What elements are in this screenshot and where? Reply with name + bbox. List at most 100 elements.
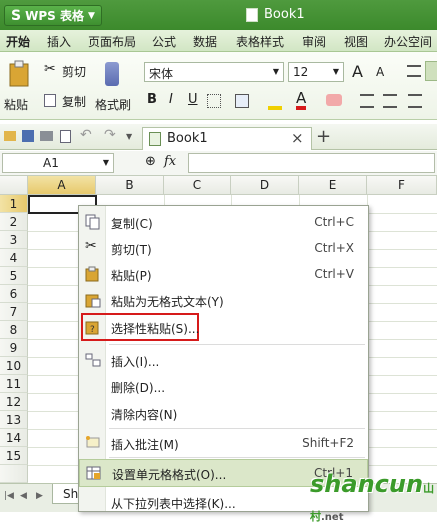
underline-button[interactable]: U <box>188 92 198 107</box>
bold-button[interactable]: B <box>147 92 157 107</box>
font-name-select[interactable]: 宋体 ▼ <box>144 62 284 82</box>
close-icon[interactable]: × <box>291 129 304 147</box>
row-header-10[interactable]: 10 <box>0 357 28 375</box>
comment-icon <box>85 435 101 451</box>
font-size-select[interactable]: 12 ▼ <box>288 62 344 82</box>
watermark-text: shancun <box>310 470 424 498</box>
indent-increase-icon[interactable] <box>383 94 397 108</box>
column-header-f[interactable]: F <box>367 176 437 195</box>
copy-button[interactable]: 复制 <box>44 92 90 110</box>
clear-format-icon[interactable] <box>326 94 342 106</box>
format-painter-button[interactable]: 格式刷 <box>95 58 131 116</box>
document-tab[interactable]: Book1 × <box>142 127 312 150</box>
menu-item-cut[interactable]: ✂ 剪切(T) Ctrl+X <box>79 235 368 261</box>
menu-item-insert-comment[interactable]: 插入批注(M) Shift+F2 <box>79 430 368 456</box>
menu-item-paste-special[interactable]: ? 选择性粘贴(S)... <box>79 313 368 341</box>
row-header-2[interactable]: 2 <box>0 213 28 231</box>
row-header-7[interactable]: 7 <box>0 303 28 321</box>
scissors-icon: ✂ <box>44 61 56 77</box>
menu-item-shortcut: Ctrl+V <box>314 267 354 281</box>
prev-sheet-icon[interactable]: ◀ <box>20 491 27 501</box>
column-header-e[interactable]: E <box>299 176 367 195</box>
app-name: WPS 表格 <box>25 9 84 23</box>
next-sheet-icon[interactable]: ▶ <box>36 491 43 501</box>
qat-dropdown-icon[interactable]: ▼ <box>126 132 132 141</box>
zoom-formula-icon[interactable]: ⊕ <box>145 154 156 169</box>
paste-special-icon: ? <box>85 319 101 335</box>
menu-item-clear-contents[interactable]: 清除内容(N) <box>79 400 368 426</box>
first-sheet-icon[interactable]: |◀ <box>4 491 14 501</box>
cut-button[interactable]: ✂ 剪切 <box>44 61 90 80</box>
tab-home[interactable]: 开始 <box>6 33 30 50</box>
menu-item-delete[interactable]: 删除(D)... <box>79 373 368 399</box>
grow-font-button[interactable]: A <box>352 62 363 81</box>
font-color-icon[interactable]: A <box>296 90 307 110</box>
tab-data[interactable]: 数据 <box>193 33 217 50</box>
row-header-13[interactable]: 13 <box>0 411 28 429</box>
menu-item-copy[interactable]: 复制(C) Ctrl+C <box>79 209 368 235</box>
column-header-d[interactable]: D <box>231 176 299 195</box>
formula-input[interactable] <box>188 153 435 173</box>
fill-color-icon[interactable] <box>268 92 282 110</box>
merge-cells-icon[interactable] <box>235 94 249 108</box>
title-bar: S WPS 表格 ▼ Book1 <box>0 0 437 30</box>
copy-icon <box>85 214 101 230</box>
menu-item-paste-text[interactable]: 粘贴为无格式文本(Y) <box>79 287 368 313</box>
menu-item-paste[interactable]: 粘贴(P) Ctrl+V <box>79 261 368 287</box>
row-header-1[interactable]: 1 <box>0 195 28 213</box>
paste-button[interactable]: 粘贴 <box>3 58 37 116</box>
tab-office-space[interactable]: 办公空间 <box>384 33 432 50</box>
select-all-corner[interactable] <box>0 176 28 195</box>
menu-item-label: 复制(C) <box>111 217 153 231</box>
tab-review[interactable]: 审阅 <box>302 33 326 50</box>
function-button[interactable]: fx <box>164 154 176 169</box>
app-menu-button[interactable]: S WPS 表格 ▼ <box>4 5 102 26</box>
tab-insert[interactable]: 插入 <box>47 33 71 50</box>
borders-icon[interactable] <box>207 94 221 108</box>
row-header-16[interactable] <box>0 465 28 483</box>
tab-formulas[interactable]: 公式 <box>152 33 176 50</box>
align-text-icon[interactable] <box>408 94 422 108</box>
print-icon[interactable] <box>40 131 53 141</box>
align-center-icon[interactable] <box>425 61 437 81</box>
align-left-icon[interactable] <box>407 65 421 77</box>
preview-icon[interactable] <box>60 130 71 143</box>
undo-icon[interactable]: ↶ <box>80 127 92 143</box>
menu-separator <box>109 428 365 429</box>
wps-logo-icon: S <box>11 7 22 24</box>
column-header-c[interactable]: C <box>164 176 231 195</box>
save-icon[interactable] <box>22 130 34 142</box>
menu-separator <box>109 344 365 345</box>
row-header-6[interactable]: 6 <box>0 285 28 303</box>
row-header-3[interactable]: 3 <box>0 231 28 249</box>
sheet-tab-label: Sh <box>63 487 79 501</box>
row-header-9[interactable]: 9 <box>0 339 28 357</box>
formula-bar: A1 ▼ ⊕ fx <box>0 151 437 176</box>
new-tab-button[interactable]: + <box>316 126 331 147</box>
row-header-8[interactable]: 8 <box>0 321 28 339</box>
row-header-15[interactable]: 15 <box>0 447 28 465</box>
shrink-font-button[interactable]: A <box>376 65 384 79</box>
row-header-4[interactable]: 4 <box>0 249 28 267</box>
indent-decrease-icon[interactable] <box>360 94 374 108</box>
column-header-a[interactable]: A <box>28 176 96 195</box>
sheet-tab[interactable]: Sh <box>52 484 80 504</box>
redo-icon[interactable]: ↷ <box>104 127 116 143</box>
row-header-11[interactable]: 11 <box>0 375 28 393</box>
clipboard-icon <box>9 60 29 87</box>
tab-table-style[interactable]: 表格样式 <box>236 33 284 50</box>
tab-page-layout[interactable]: 页面布局 <box>88 33 136 50</box>
italic-button[interactable]: I <box>169 92 173 107</box>
insert-icon <box>85 352 101 368</box>
menu-item-label: 插入(I)... <box>111 355 160 369</box>
row-header-5[interactable]: 5 <box>0 267 28 285</box>
svg-text:?: ? <box>90 325 95 335</box>
name-box[interactable]: A1 ▼ <box>2 153 114 173</box>
menu-item-insert[interactable]: 插入(I)... <box>79 347 368 373</box>
column-header-b[interactable]: B <box>96 176 164 195</box>
row-header-14[interactable]: 14 <box>0 429 28 447</box>
row-header-12[interactable]: 12 <box>0 393 28 411</box>
tab-view[interactable]: 视图 <box>344 33 368 50</box>
font-size-value: 12 <box>293 65 309 79</box>
folder-icon[interactable] <box>4 131 16 141</box>
